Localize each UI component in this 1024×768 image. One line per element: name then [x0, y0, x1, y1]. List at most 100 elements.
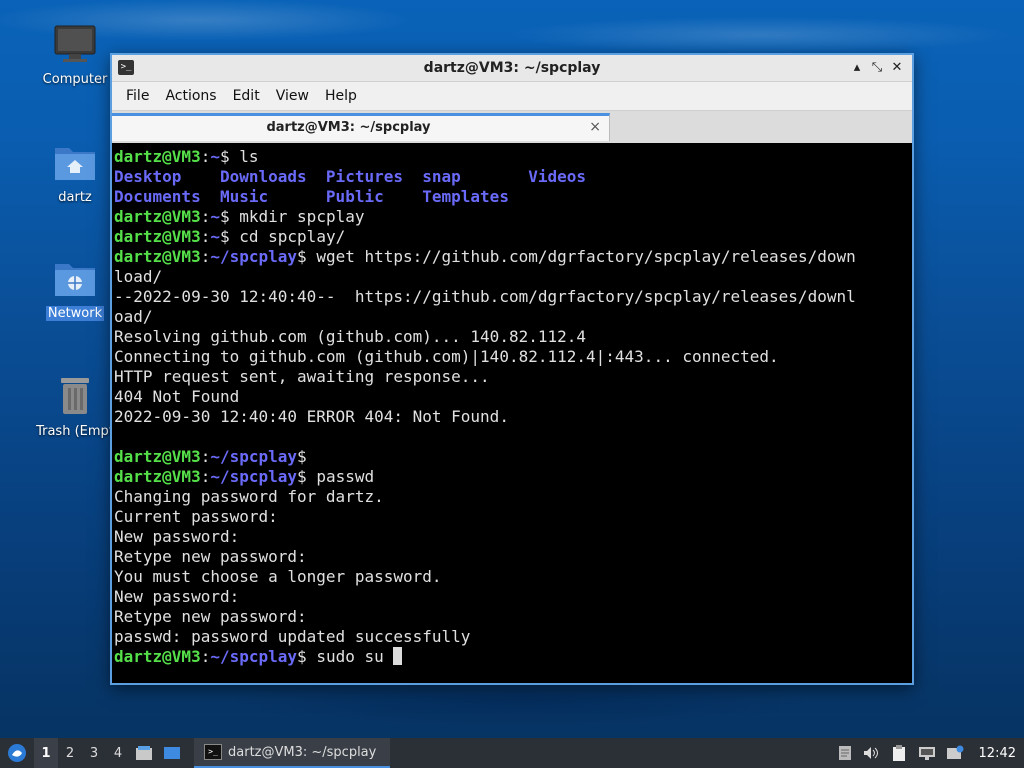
terminal-text: Documents Music Public Templates [114, 187, 509, 206]
volume-button[interactable] [857, 738, 885, 768]
start-menu-button[interactable] [0, 738, 34, 768]
terminal-line: Desktop Downloads Pictures snap Videos [114, 167, 910, 187]
workspace-3[interactable]: 3 [82, 738, 106, 768]
terminal-text: : [200, 227, 211, 246]
clipboard-icon [838, 746, 851, 760]
maximize-button[interactable]: ⤡ [868, 59, 886, 77]
terminal-text: : [200, 147, 211, 166]
terminal-line: New password: [114, 587, 910, 607]
taskbar-terminal-task[interactable]: >_ dartz@VM3: ~/spcplay [194, 738, 390, 768]
taskbar: 1 2 3 4 >_ dartz@VM3: ~/spcplay 12:42 [0, 738, 1024, 768]
terminal-text: 2022-09-30 12:40:40 ERROR 404: Not Found… [114, 407, 509, 426]
terminal-line: --2022-09-30 12:40:40-- https://github.c… [114, 287, 910, 307]
close-button[interactable]: ✕ [888, 59, 906, 77]
tab-close-icon[interactable]: × [589, 119, 601, 135]
terminal-text: You must choose a longer password. [114, 567, 442, 586]
desktop-icon-label: Trash (Empt [36, 424, 114, 439]
prompt-path: ~/spcplay [210, 447, 298, 466]
system-tray: 12:42 [833, 738, 1024, 768]
prompt-path: ~ [210, 147, 220, 166]
terminal-text: : [200, 207, 211, 226]
desktop-icon-label: Network [45, 306, 105, 321]
minimize-button[interactable]: ▴ [848, 59, 866, 77]
file-manager-launcher[interactable] [130, 738, 158, 768]
terminal-text: Resolving github.com (github.com)... 140… [114, 327, 587, 346]
terminal-text: : [200, 467, 211, 486]
prompt-path: ~ [210, 207, 220, 226]
terminal-line: Resolving github.com (github.com)... 140… [114, 327, 910, 347]
workspace-4[interactable]: 4 [106, 738, 130, 768]
terminal-text: $ sudo su [297, 647, 394, 666]
terminal-text: oad/ [114, 307, 153, 326]
terminal-line: New password: [114, 527, 910, 547]
menu-file[interactable]: File [118, 88, 157, 104]
prompt-user-host: dartz@VM3 [114, 467, 201, 486]
show-desktop-button[interactable] [158, 738, 186, 768]
terminal-line: Retype new password: [114, 547, 910, 567]
network-tray-button[interactable] [913, 738, 941, 768]
menu-view[interactable]: View [268, 88, 317, 104]
menu-actions[interactable]: Actions [157, 88, 224, 104]
terminal-text: --2022-09-30 12:40:40-- https://github.c… [114, 287, 856, 306]
terminal-line: 2022-09-30 12:40:40 ERROR 404: Not Found… [114, 407, 910, 427]
menu-edit[interactable]: Edit [225, 88, 268, 104]
clock[interactable]: 12:42 [969, 746, 1024, 761]
prompt-path: ~ [210, 227, 220, 246]
tray-notes-icon[interactable] [833, 738, 857, 768]
window-titlebar[interactable]: >_ dartz@VM3: ~/spcplay ▴ ⤡ ✕ [112, 55, 912, 82]
terminal-line: Connecting to github.com (github.com)|14… [114, 347, 910, 367]
desktop-icon-computer[interactable]: Computer [27, 24, 123, 87]
terminal-line: dartz@VM3:~/spcplay$ wget https://github… [114, 247, 910, 267]
task-label: dartz@VM3: ~/spcplay [228, 744, 377, 760]
terminal-line: 404 Not Found [114, 387, 910, 407]
terminal-window[interactable]: >_ dartz@VM3: ~/spcplay ▴ ⤡ ✕ File Actio… [110, 53, 914, 685]
terminal-text: Connecting to github.com (github.com)|14… [114, 347, 779, 366]
prompt-user-host: dartz@VM3 [114, 447, 201, 466]
terminal-line: Documents Music Public Templates [114, 187, 910, 207]
workspace-1[interactable]: 1 [34, 738, 58, 768]
terminal-text: New password: [114, 587, 240, 606]
tab-terminal[interactable]: dartz@VM3: ~/spcplay × [112, 113, 610, 141]
prompt-user-host: dartz@VM3 [114, 147, 201, 166]
prompt-user-host: dartz@VM3 [114, 207, 201, 226]
volume-icon [863, 747, 878, 759]
terminal-line: dartz@VM3:~/spcplay$ [114, 447, 910, 467]
prompt-path: ~/spcplay [210, 247, 298, 266]
file-manager-icon [136, 746, 152, 760]
terminal-line: load/ [114, 267, 910, 287]
prompt-path: ~/spcplay [210, 467, 298, 486]
terminal-line: dartz@VM3:~/spcplay$ passwd [114, 467, 910, 487]
update-notifier-button[interactable] [941, 738, 969, 768]
terminal-line: Retype new password: [114, 607, 910, 627]
terminal-text: Desktop Downloads Pictures snap Videos [114, 167, 587, 186]
menu-help[interactable]: Help [317, 88, 365, 104]
desktop-icon-home-folder[interactable]: dartz [27, 140, 123, 205]
terminal-line: Current password: [114, 507, 910, 527]
tab-title: dartz@VM3: ~/spcplay [266, 120, 431, 135]
terminal-text: New password: [114, 527, 240, 546]
clipboard-tray-button[interactable] [885, 738, 913, 768]
trash-icon [61, 378, 89, 414]
desktop-icon-network[interactable]: Network [27, 256, 123, 321]
terminal-line: You must choose a longer password. [114, 567, 910, 587]
terminal-text: HTTP request sent, awaiting response... [114, 367, 490, 386]
terminal-text: : [200, 447, 211, 466]
workspace-2[interactable]: 2 [58, 738, 82, 768]
terminal-task-icon: >_ [204, 744, 222, 760]
terminal-text: $ ls [219, 147, 259, 166]
network-folder-icon [55, 264, 95, 296]
desktop-icon-label: Computer [42, 72, 108, 87]
network-wired-icon [918, 747, 935, 760]
terminal-text: Retype new password: [114, 607, 307, 626]
terminal-text: 404 Not Found [114, 387, 240, 406]
terminal-text: Current password: [114, 507, 278, 526]
terminal-output[interactable]: dartz@VM3:~$ ls Desktop Downloads Picture… [114, 145, 910, 681]
terminal-line: passwd: password updated successfully [114, 627, 910, 647]
desktop-icon-trash[interactable]: Trash (Empt [27, 372, 123, 439]
terminal-line: dartz@VM3:~$ ls [114, 147, 910, 167]
prompt-user-host: dartz@VM3 [114, 647, 201, 666]
terminal-text: Retype new password: [114, 547, 307, 566]
window-title: dartz@VM3: ~/spcplay [423, 60, 601, 76]
terminal-line: dartz@VM3:~/spcplay$ sudo su [114, 647, 910, 667]
computer-icon [54, 25, 96, 62]
